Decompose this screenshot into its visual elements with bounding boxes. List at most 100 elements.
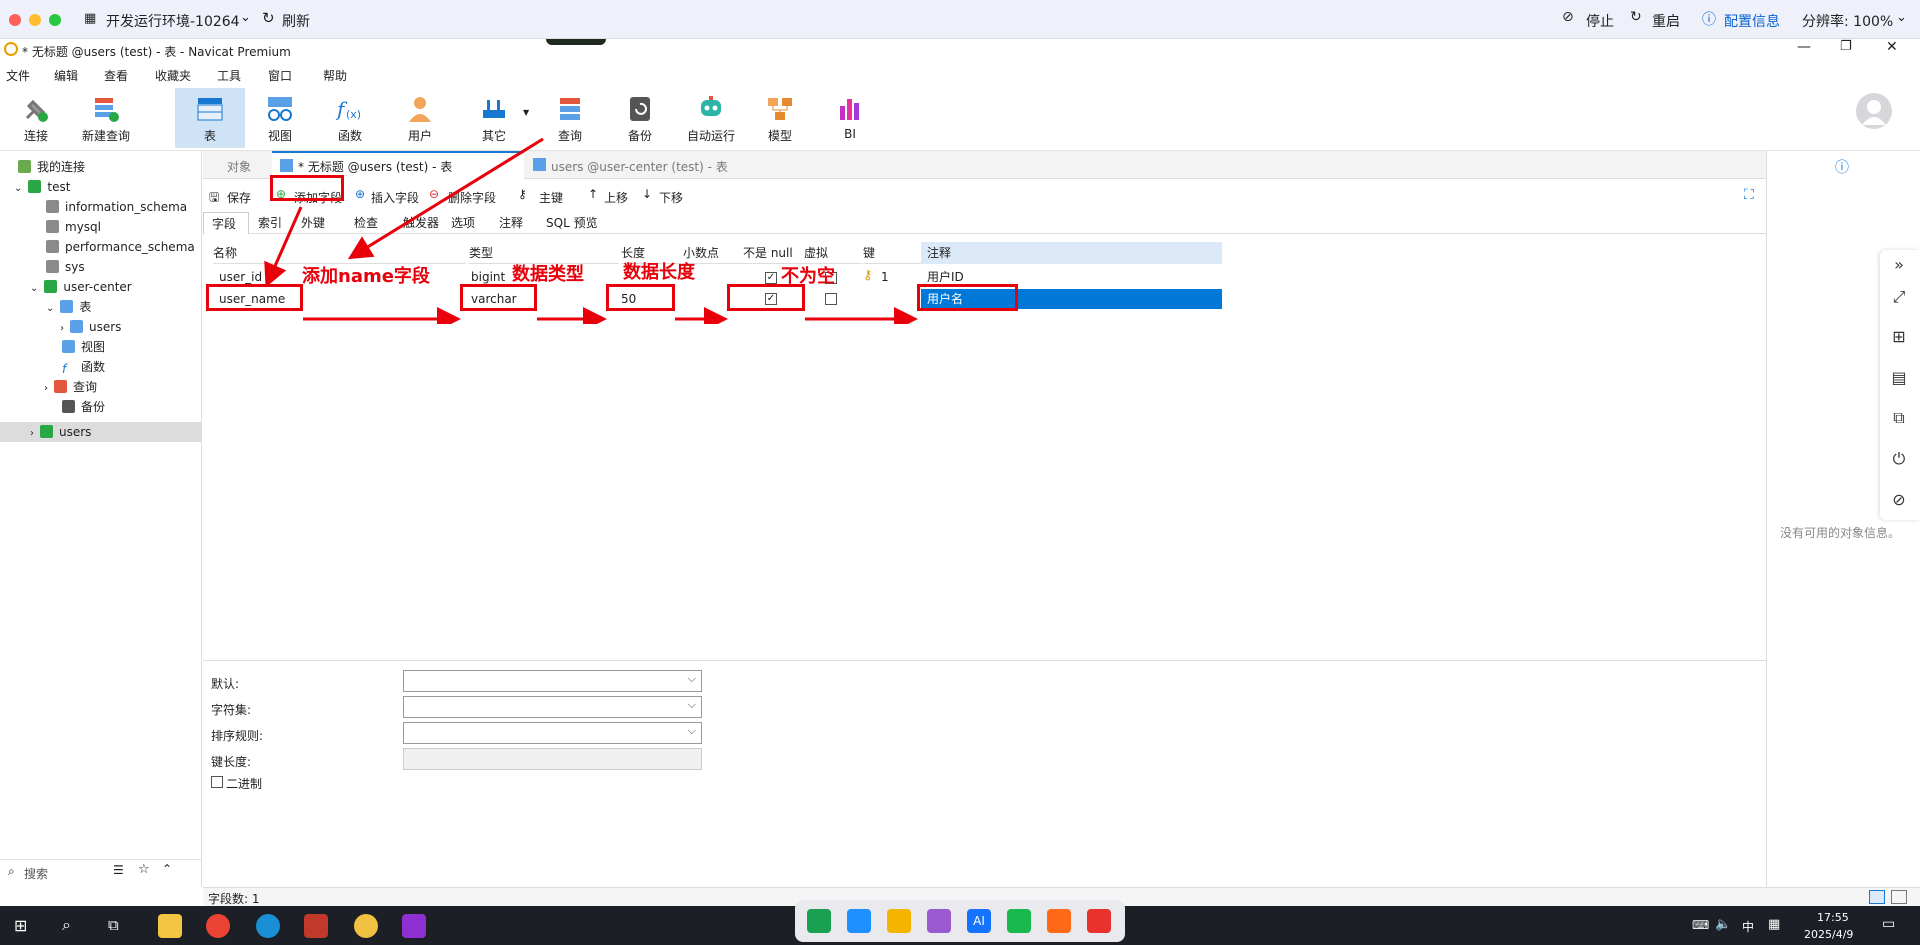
file-explorer-icon[interactable] bbox=[158, 914, 182, 938]
tree-item-performance-schema[interactable]: performance_schema bbox=[46, 237, 195, 257]
dock: AI bbox=[795, 900, 1125, 942]
chevron-right-icon[interactable]: › bbox=[44, 383, 48, 394]
tree-item-functions[interactable]: f 函数 bbox=[62, 357, 105, 377]
function-icon: f bbox=[62, 363, 75, 376]
query-icon bbox=[54, 380, 67, 393]
binary-label: 二进制 bbox=[226, 777, 263, 791]
connect-button[interactable]: 连接 bbox=[2, 88, 70, 148]
chevron-down-icon[interactable]: ⌄ bbox=[1896, 10, 1907, 25]
fullscreen-icon[interactable]: ⤢ bbox=[1882, 280, 1916, 314]
maximize-dot-icon[interactable] bbox=[49, 14, 61, 26]
env-title[interactable]: 开发运行环境-10264 bbox=[106, 11, 240, 31]
dock-notes-icon[interactable] bbox=[887, 909, 911, 933]
tree-item-users-table[interactable]: › users bbox=[60, 317, 121, 337]
menu-file[interactable]: 文件 bbox=[6, 67, 30, 84]
tree-item-test[interactable]: ⌄ test bbox=[14, 177, 70, 197]
fullscreen-icon[interactable]: ⛶ bbox=[1744, 187, 1754, 203]
charset-select[interactable] bbox=[403, 696, 702, 718]
restore-window-icon[interactable]: ❐ bbox=[1840, 39, 1852, 54]
tree-item-sys[interactable]: sys bbox=[46, 257, 85, 277]
tree-root[interactable]: 我的连接 bbox=[18, 157, 85, 177]
menu-favorites[interactable]: 收藏夹 bbox=[155, 67, 191, 84]
chevron-right-icon[interactable]: › bbox=[60, 323, 64, 334]
tree-item-users-db[interactable]: › users bbox=[0, 422, 201, 442]
tree-item-views[interactable]: 视图 bbox=[62, 337, 105, 357]
split-icon[interactable]: ⊞ bbox=[1882, 320, 1916, 354]
expand-icon[interactable]: » bbox=[1882, 248, 1916, 282]
chevron-down-icon[interactable]: ⌄ bbox=[30, 283, 38, 294]
dock-settings-icon[interactable] bbox=[1047, 909, 1071, 933]
hide-icon[interactable]: ⊘ bbox=[1882, 483, 1916, 517]
info-icon: ⓘ bbox=[1702, 12, 1716, 28]
dock-power-icon[interactable] bbox=[1087, 909, 1111, 933]
minimize-window-icon[interactable]: — bbox=[1797, 39, 1811, 55]
ime-indicator[interactable]: 中 bbox=[1742, 918, 1754, 935]
menu-view[interactable]: 查看 bbox=[104, 67, 128, 84]
clock-date[interactable]: 2025/4/9 bbox=[1804, 928, 1853, 941]
info-icon[interactable]: ⓘ bbox=[1835, 157, 1849, 177]
close-dot-icon[interactable] bbox=[9, 14, 21, 26]
charset-label: 字符集: bbox=[211, 703, 252, 717]
keyboard-icon[interactable]: ▦ bbox=[1768, 917, 1780, 932]
close-window-icon[interactable]: ✕ bbox=[1886, 39, 1898, 55]
backup-icon bbox=[62, 400, 75, 413]
pycharm-icon[interactable] bbox=[402, 914, 426, 938]
database-icon bbox=[44, 280, 58, 293]
power-icon[interactable]: ⏻ bbox=[1882, 442, 1916, 476]
search-icon: ⌕ bbox=[8, 864, 15, 878]
volume-icon[interactable]: 🔈 bbox=[1715, 917, 1731, 932]
tree-item-information-schema[interactable]: information_schema bbox=[46, 197, 187, 217]
config-button[interactable]: 配置信息 bbox=[1724, 11, 1780, 31]
refresh-icon[interactable]: ↻ bbox=[262, 9, 275, 27]
dock-message-icon[interactable] bbox=[1007, 909, 1031, 933]
tree-item-mysql[interactable]: mysql bbox=[46, 217, 101, 237]
tree-item-tables[interactable]: ⌄ 表 bbox=[46, 297, 91, 317]
task-view-icon[interactable]: ⧉ bbox=[108, 916, 119, 934]
chevron-down-icon[interactable]: ⌄ bbox=[14, 183, 22, 194]
collapse-icon[interactable]: ⌃ bbox=[162, 862, 172, 876]
restart-button[interactable]: 重启 bbox=[1652, 11, 1680, 31]
minimize-dot-icon[interactable] bbox=[29, 14, 41, 26]
tree-item-queries[interactable]: › 查询 bbox=[44, 377, 97, 397]
network-icon[interactable]: ⌨ bbox=[1692, 918, 1709, 932]
dock-chat-icon[interactable] bbox=[847, 909, 871, 933]
layout-left-icon[interactable] bbox=[1869, 890, 1885, 904]
app-icon[interactable] bbox=[304, 914, 328, 938]
binary-checkbox[interactable] bbox=[211, 776, 223, 788]
notification-icon[interactable]: ▭ bbox=[1882, 916, 1895, 932]
layout-icon[interactable]: ▤ bbox=[1882, 361, 1916, 395]
field-properties: 默认: 字符集: 排序规则: 键长度: 二进制 bbox=[203, 660, 1766, 887]
stop-button[interactable]: 停止 bbox=[1586, 11, 1614, 31]
tree-item-backups[interactable]: 备份 bbox=[62, 397, 105, 417]
filter-icon[interactable]: ☰ bbox=[113, 863, 124, 877]
navicat-icon[interactable] bbox=[354, 914, 378, 938]
navicat-logo-icon bbox=[4, 42, 18, 56]
search-icon[interactable]: ⌕ bbox=[62, 915, 71, 935]
windows-icon: ▦ bbox=[84, 11, 97, 26]
chevron-right-icon[interactable]: › bbox=[30, 428, 34, 439]
connection-icon bbox=[18, 160, 31, 173]
clock-time[interactable]: 17:55 bbox=[1817, 911, 1849, 924]
tree-item-user-center[interactable]: ⌄ user-center bbox=[30, 277, 132, 297]
layout-right-icon[interactable] bbox=[1891, 890, 1907, 904]
collation-select[interactable] bbox=[403, 722, 702, 744]
window-title-bar: * 无标题 @users (test) - 表 - Navicat Premiu… bbox=[0, 39, 1920, 63]
chevron-down-icon[interactable]: ⌄ bbox=[46, 303, 54, 314]
start-icon[interactable]: ⊞ bbox=[14, 916, 27, 935]
chrome-icon[interactable] bbox=[206, 914, 230, 938]
refresh-button[interactable]: 刷新 bbox=[282, 11, 310, 31]
copy-icon[interactable]: ⧉ bbox=[1882, 401, 1916, 435]
edge-icon[interactable] bbox=[256, 914, 280, 938]
default-select[interactable] bbox=[403, 670, 702, 692]
dock-app-icon[interactable] bbox=[807, 909, 831, 933]
new-query-button[interactable]: 新建查询 bbox=[72, 88, 140, 148]
chevron-down-icon[interactable]: ⌄ bbox=[240, 10, 251, 25]
search-input[interactable]: 搜索 bbox=[24, 865, 48, 882]
star-icon[interactable]: ☆ bbox=[138, 862, 150, 877]
menu-edit[interactable]: 编辑 bbox=[54, 67, 78, 84]
dock-book-icon[interactable] bbox=[927, 909, 951, 933]
avatar[interactable] bbox=[1856, 93, 1892, 129]
resolution-selector[interactable]: 分辨率: 100% bbox=[1802, 11, 1893, 31]
new-query-icon bbox=[95, 98, 119, 122]
dock-ai-icon[interactable]: AI bbox=[967, 909, 991, 933]
